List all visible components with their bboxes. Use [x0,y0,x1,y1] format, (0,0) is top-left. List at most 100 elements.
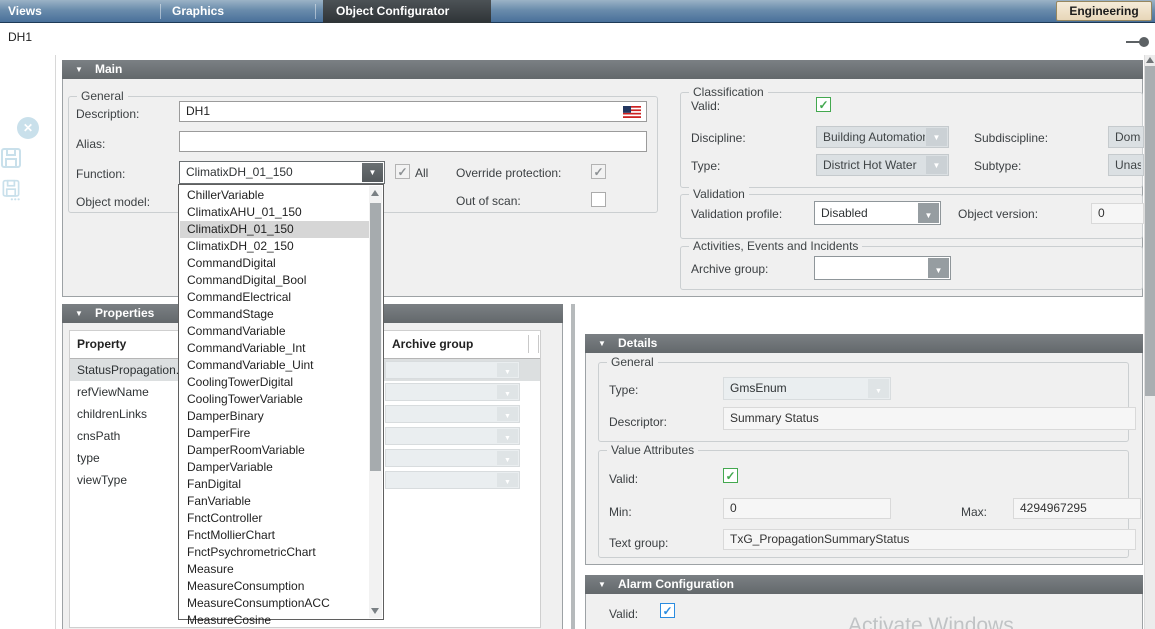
scrollbar-down-icon[interactable] [371,608,379,614]
max-value: 4294967295 [1020,499,1137,518]
dropdown-item[interactable]: Measure [180,561,370,578]
collapse-icon [598,334,606,353]
column-resize-handle[interactable] [538,335,539,353]
dropdown-item[interactable]: MeasureConsumptionACC [180,595,370,612]
min-field: 0 [723,498,891,519]
column-resize-handle[interactable] [528,335,529,353]
tab-object-configurator[interactable]: Object Configurator [323,0,491,23]
details-type-value: GmsEnum [730,378,867,399]
dropdown-scrollbar[interactable] [369,186,382,618]
dropdown-item[interactable]: CoolingTowerDigital [180,374,370,391]
function-dropdown-list: ChillerVariable ClimatixAHU_01_150 Clima… [178,184,384,620]
dropdown-item[interactable]: ChillerVariable [180,187,370,204]
function-combobox[interactable]: ClimatixDH_01_150 [179,161,385,184]
engineering-mode-button[interactable]: Engineering [1056,1,1152,21]
dropdown-item[interactable]: ClimatixAHU_01_150 [180,204,370,221]
dropdown-item[interactable]: FnctController [180,510,370,527]
chevron-down-icon [497,363,518,377]
dropdown-item[interactable]: CommandStage [180,306,370,323]
min-label: Min: [609,505,632,519]
tab-object-configurator-label: Object Configurator [336,0,449,22]
chevron-down-icon [926,156,947,174]
row-archive-group-combobox [385,471,520,489]
details-type-combobox: GmsEnum [723,377,891,400]
classification-type-label: Type: [691,159,720,173]
row-archive-group-combobox [385,361,520,379]
chevron-down-icon[interactable] [928,258,949,278]
panel-splitter[interactable] [571,304,575,629]
dropdown-item[interactable]: DamperVariable [180,459,370,476]
main-panel-header[interactable]: Main [62,60,1143,79]
alias-input[interactable] [179,131,647,152]
dropdown-item[interactable]: MeasureCosine [180,612,370,629]
details-panel-header[interactable]: Details [585,334,1143,353]
dropdown-item[interactable]: FanVariable [180,493,370,510]
descriptor-label: Descriptor: [609,415,667,429]
chevron-down-icon [497,385,518,399]
vertical-scrollbar[interactable] [1144,55,1155,629]
validation-groupbox-title: Validation [689,187,749,201]
classification-valid-checkbox[interactable] [816,97,831,112]
tab-separator [160,4,161,19]
dropdown-item[interactable]: ClimatixDH_02_150 [180,238,370,255]
property-name: viewType [77,469,127,491]
dropdown-item[interactable]: MeasureConsumption [180,578,370,595]
top-tab-bar: Views Graphics Object Configurator Engin… [0,0,1155,23]
value-valid-checkbox[interactable] [723,468,738,483]
us-flag-icon [623,106,641,118]
dropdown-item[interactable]: FnctMollierChart [180,527,370,544]
dropdown-item[interactable]: CommandVariable [180,323,370,340]
pin-splitter-icon[interactable] [1126,36,1150,48]
dropdown-item[interactable]: FnctPsychrometricChart [180,544,370,561]
scrollbar-up-icon[interactable] [1146,57,1154,63]
archive-group-combobox[interactable] [814,256,951,280]
dropdown-item[interactable]: DamperRoomVariable [180,442,370,459]
save-as-icon[interactable] [0,179,22,201]
chevron-down-icon[interactable] [918,203,939,223]
save-icon[interactable] [0,147,22,169]
out-of-scan-checkbox[interactable] [591,192,606,207]
dropdown-item[interactable]: CommandDigital_Bool [180,272,370,289]
discard-icon[interactable] [17,117,39,139]
classification-groupbox-title: Classification [689,85,768,99]
dropdown-item[interactable]: DamperFire [180,425,370,442]
chevron-down-icon[interactable] [362,163,383,182]
validation-profile-combobox[interactable]: Disabled [814,201,941,225]
dropdown-item[interactable]: CommandVariable_Uint [180,357,370,374]
alias-label: Alias: [76,137,105,151]
value-valid-label: Valid: [609,472,638,486]
dropdown-item[interactable]: CommandVariable_Int [180,340,370,357]
tab-graphics[interactable]: Graphics [172,0,224,23]
override-protection-checkbox [591,164,606,179]
row-archive-group-combobox [385,449,520,467]
alarm-valid-checkbox[interactable] [660,603,675,618]
dropdown-item[interactable]: CommandElectrical [180,289,370,306]
alarm-panel-header[interactable]: Alarm Configuration [585,575,1143,594]
dropdown-item[interactable]: FanDigital [180,476,370,493]
chevron-down-icon [868,379,889,398]
object-version-label: Object version: [958,207,1038,221]
discipline-label: Discipline: [691,131,746,145]
archive-group-label: Archive group: [691,262,768,276]
column-header-archive-group[interactable]: Archive group [392,337,473,351]
details-general-groupbox: General [598,362,1129,442]
dropdown-item[interactable]: CommandDigital [180,255,370,272]
details-panel-body: General Type: GmsEnum Descriptor: Summar… [585,353,1143,565]
dropdown-item[interactable]: CoolingTowerVariable [180,391,370,408]
scrollbar-up-icon[interactable] [371,190,379,196]
object-configurator-window: Views Graphics Object Configurator Engin… [0,0,1155,629]
dropdown-item[interactable]: DamperBinary [180,408,370,425]
text-group-value: TxG_PropagationSummaryStatus [730,530,1132,549]
classification-valid-label: Valid: [691,99,720,113]
scrollbar-thumb[interactable] [1145,66,1155,396]
classification-type-combobox: District Hot Water [816,154,949,176]
details-general-title: General [607,355,658,369]
tab-views[interactable]: Views [8,0,42,23]
activities-groupbox-title: Activities, Events and Incidents [689,239,862,253]
scrollbar-thumb[interactable] [370,203,381,471]
column-header-property[interactable]: Property [77,337,126,351]
dropdown-item-selected[interactable]: ClimatixDH_01_150 [180,221,370,238]
text-group-field: TxG_PropagationSummaryStatus [723,529,1136,550]
override-protection-label: Override protection: [456,166,561,180]
description-input[interactable]: DH1 [179,101,647,122]
